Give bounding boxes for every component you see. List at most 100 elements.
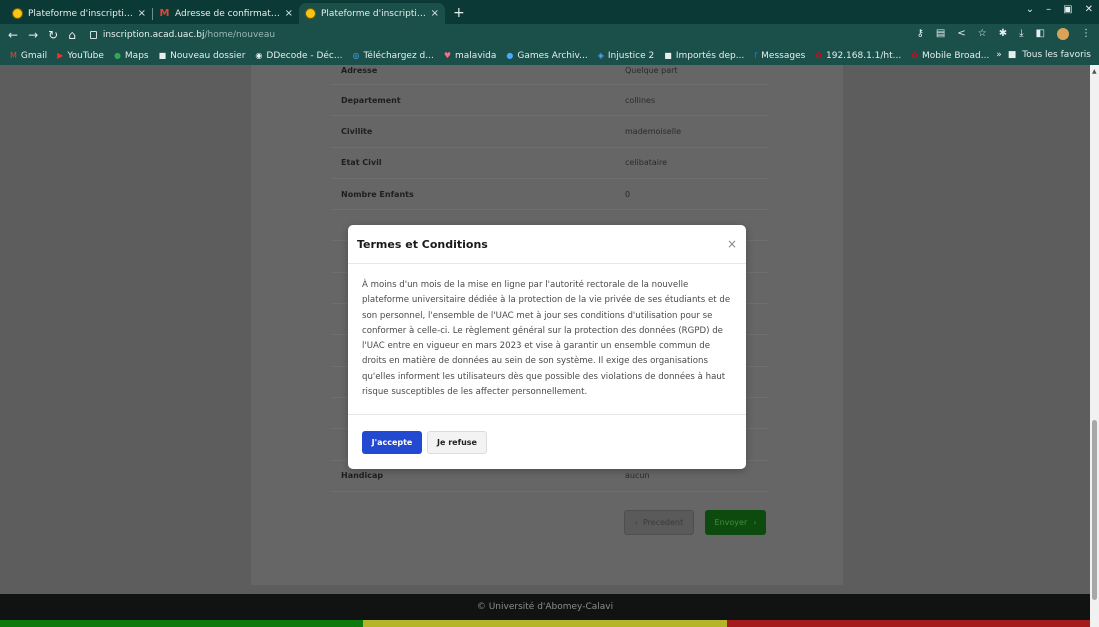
bookmark-router[interactable]: ✿ 192.168.1.1/ht... [815, 51, 901, 61]
table-row: Etat Civil celibataire [331, 148, 769, 179]
bookmark-messages[interactable]: f Messages [754, 51, 805, 61]
tab-label: Adresse de confirmation [175, 8, 281, 19]
table-row: Civilite mademoiselle [331, 116, 769, 148]
bookmark-label: Téléchargez d... [363, 50, 434, 61]
star-icon[interactable]: ☆ [978, 28, 987, 40]
all-bookmarks-label: Tous les favoris [1022, 50, 1091, 60]
translate-icon[interactable]: ▤ [936, 28, 945, 40]
uac-favicon-icon [305, 8, 316, 19]
more-bookmarks-icon[interactable]: » [996, 50, 1002, 60]
maps-icon: ● [113, 51, 121, 60]
bookmark-label: YouTube [67, 50, 104, 61]
modal-header: Termes et Conditions × [348, 225, 746, 264]
close-window-icon[interactable]: ✕ [1085, 4, 1093, 15]
field-value: collines [625, 95, 656, 105]
bookmarks-bar: M Gmail ▶ YouTube ● Maps ■ Nouveau dossier ◉… [0, 46, 1099, 65]
browser-tab-1[interactable]: Plateforme d'inscription × [6, 3, 152, 24]
bookmark-label: DDecode - Déc... [266, 50, 343, 61]
field-label: Nombre Enfants [341, 189, 414, 199]
refuse-button[interactable]: Je refuse [427, 431, 487, 454]
terms-modal: Termes et Conditions × À moins d'un mois… [348, 225, 746, 469]
games-icon: ● [506, 51, 514, 60]
bookmark-games-archive[interactable]: ● Games Archiv... [506, 51, 587, 61]
page-footer: © Université d'Abomey-Calavi [0, 594, 1090, 620]
bookmark-label: Gmail [20, 50, 48, 61]
close-tab-icon[interactable]: × [431, 8, 439, 19]
previous-label: Precedent [642, 518, 684, 527]
flag-red [726, 620, 1090, 627]
browser-tab-3[interactable]: Plateforme d'inscription × [299, 3, 445, 24]
accept-button[interactable]: J'accepte [362, 431, 422, 454]
injustice-icon: ◈ [597, 51, 604, 60]
bookmark-ddecode[interactable]: ◉ DDecode - Déc... [255, 51, 342, 61]
browser-toolbar: ← → ↻ ⌂ inscription.acad.uac.bj/home/nou… [0, 24, 1099, 46]
close-tab-icon[interactable]: × [285, 8, 293, 19]
field-value: celibataire [625, 158, 668, 168]
table-row: Departement collines [331, 85, 769, 117]
bookmark-youtube[interactable]: ▶ YouTube [57, 51, 104, 61]
sidepanel-icon[interactable]: ◧ [1036, 28, 1045, 40]
field-label: Handicap [341, 471, 384, 481]
home-icon[interactable]: ⌂ [68, 28, 76, 42]
previous-button[interactable]: ‹ Precedent [624, 510, 694, 535]
profile-avatar-icon[interactable] [1057, 28, 1069, 40]
browser-tab-2[interactable]: M Adresse de confirmation × [153, 3, 299, 24]
restore-icon[interactable]: ▣ [1063, 4, 1072, 15]
facebook-icon: f [754, 51, 758, 60]
download-icon[interactable]: ⤓ [1019, 28, 1023, 40]
bookmark-mobile-broadband[interactable]: ✿ Mobile Broad... [911, 51, 989, 61]
key-icon[interactable]: ⚷ [917, 28, 924, 40]
table-row: Adresse Quelque part [331, 65, 769, 85]
bookmark-nouveau-dossier[interactable]: ■ Nouveau dossier [159, 51, 246, 61]
all-bookmarks[interactable]: » ■ Tous les favoris [996, 50, 1091, 60]
gmail-icon: M [10, 51, 17, 60]
youtube-icon: ▶ [57, 51, 64, 60]
tab-label: Plateforme d'inscription [28, 8, 134, 19]
tab-label: Plateforme d'inscription [321, 8, 427, 19]
scrollbar-thumb[interactable] [1092, 420, 1097, 600]
field-label: Departement [341, 95, 401, 105]
bookmark-label: Mobile Broad... [921, 50, 990, 61]
page-scrollbar[interactable]: ▲ [1090, 65, 1099, 627]
field-value: Quelque part [625, 66, 678, 75]
bookmark-gmail[interactable]: M Gmail [10, 51, 47, 61]
field-label: Civilite [341, 126, 373, 136]
bookmark-importes[interactable]: ■ Importés dep... [664, 51, 744, 61]
share-icon[interactable]: < [957, 28, 965, 40]
bookmark-maps[interactable]: ● Maps [114, 51, 149, 61]
field-value: aucun [625, 471, 650, 481]
window-controls: ⌄ – ▣ ✕ [1026, 4, 1093, 15]
folder-icon: ■ [1007, 50, 1017, 60]
forward-icon[interactable]: → [28, 28, 38, 42]
bookmark-malavida[interactable]: ♥ malavida [444, 51, 497, 61]
bookmark-label: Nouveau dossier [170, 50, 246, 61]
extensions-icon[interactable]: ✱ [999, 28, 1007, 40]
chevron-right-icon: › [753, 518, 757, 527]
bookmark-injustice[interactable]: ◈ Injustice 2 [598, 51, 655, 61]
bookmark-label: Messages [761, 50, 806, 61]
address-bar[interactable]: inscription.acad.uac.bj/home/nouveau [89, 30, 276, 40]
close-icon[interactable]: × [727, 237, 737, 251]
close-tab-icon[interactable]: × [138, 8, 146, 19]
huawei-icon: ✿ [815, 51, 822, 60]
download-site-icon: ◎ [352, 51, 360, 60]
lock-icon [89, 31, 97, 39]
url-path: /home/nouveau [204, 30, 276, 40]
toolbar-icons: ⚷ ▤ < ☆ ✱ ⤓ ◧ ⋮ [917, 28, 1091, 40]
field-label: Adresse [341, 66, 378, 75]
folder-icon: ■ [158, 51, 167, 60]
table-row: Nombre Enfants 0 [331, 179, 769, 211]
bookmark-telechargez[interactable]: ◎ Téléchargez d... [352, 51, 433, 61]
minimize-icon[interactable]: – [1046, 4, 1051, 15]
uac-favicon-icon [12, 8, 23, 19]
tab-search-icon[interactable]: ⌄ [1026, 4, 1034, 15]
send-button[interactable]: Envoyer › [705, 510, 766, 535]
bookmark-label: Maps [124, 50, 149, 61]
menu-icon[interactable]: ⋮ [1081, 28, 1091, 40]
reload-icon[interactable]: ↻ [48, 28, 58, 42]
bookmark-label: Injustice 2 [607, 50, 655, 61]
back-icon[interactable]: ← [8, 28, 18, 42]
scroll-up-icon[interactable]: ▲ [1092, 68, 1097, 75]
bookmark-label: Importés dep... [675, 50, 745, 61]
new-tab-icon[interactable]: + [453, 5, 465, 21]
